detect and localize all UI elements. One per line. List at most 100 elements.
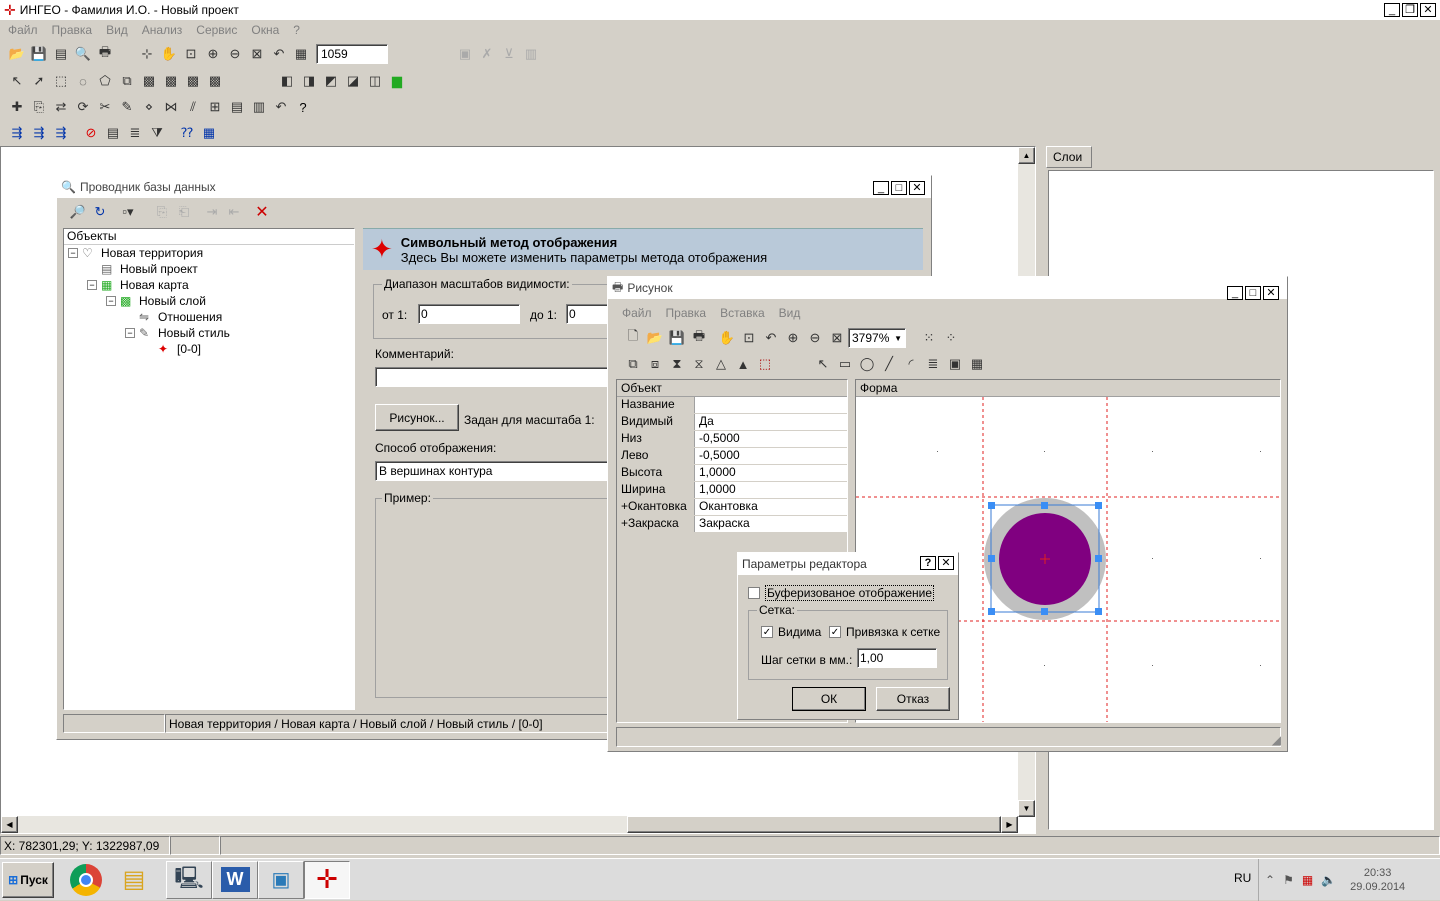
pic-zoom-out-icon[interactable]: ⊖ <box>804 327 826 349</box>
grid-c-icon[interactable]: ▩ <box>182 70 204 92</box>
chevron-down-icon[interactable]: ▼ <box>891 334 905 343</box>
image-icon[interactable]: ▣ <box>944 353 966 375</box>
explorer-close-icon[interactable]: ✕ <box>909 181 925 195</box>
save-doc-icon[interactable]: 💾 <box>666 327 688 349</box>
property-row[interactable]: Лево -0,5000 <box>617 448 847 465</box>
tree-collapse-icon[interactable]: − <box>87 280 97 290</box>
layer-c-icon[interactable]: ◩ <box>320 70 342 92</box>
obj-cut-icon[interactable]: ✂ <box>94 96 116 118</box>
menu-windows[interactable]: Окна <box>251 23 279 37</box>
tool-a-icon[interactable]: ▣ <box>454 43 476 65</box>
restore-icon[interactable]: ❐ <box>1402 3 1418 17</box>
taskbar-explorer-icon[interactable]: ▤ <box>116 862 152 898</box>
db-icon[interactable]: ▤ <box>102 122 124 144</box>
buffered-checkbox[interactable]: Буферизованое отображение <box>748 585 935 601</box>
obj-add-icon[interactable]: ✚ <box>6 96 28 118</box>
picture-button[interactable]: Рисунок... <box>375 404 459 431</box>
pic-zoom-fit-icon[interactable]: ⊠ <box>826 327 848 349</box>
scroll-left-icon[interactable]: ◀ <box>1 816 18 833</box>
obj-table-icon[interactable]: ▤ <box>226 96 248 118</box>
zoom-in-icon[interactable]: ⊕ <box>202 43 224 65</box>
dialog-close-icon[interactable]: ✕ <box>938 556 954 570</box>
pan-hand-icon[interactable]: ✋ <box>158 43 180 65</box>
select-frame-icon[interactable]: ⊹ <box>136 43 158 65</box>
obj-rotate-icon[interactable]: ⟳ <box>72 96 94 118</box>
scale-icon[interactable]: ▦ <box>290 43 312 65</box>
property-row[interactable]: Название <box>617 397 847 414</box>
dialog-help-icon[interactable]: ? <box>920 556 936 570</box>
obj-move-icon[interactable]: ⇄ <box>50 96 72 118</box>
zoom-extent-icon[interactable]: ⊠ <box>246 43 268 65</box>
grid-visible-check[interactable]: ✓ <box>761 626 773 638</box>
close-icon[interactable]: ✕ <box>1420 3 1436 17</box>
tree-item[interactable]: ✦ [0-0] <box>64 341 354 357</box>
line-icon[interactable]: ╱ <box>878 353 900 375</box>
explorer-maximize-icon[interactable]: □ <box>891 181 907 195</box>
ok-button[interactable]: ОК <box>792 687 866 711</box>
clock[interactable]: 20:33 29.09.2014 <box>1350 866 1405 894</box>
grid-snap-check[interactable]: ✓ <box>829 626 841 638</box>
layer-a-icon[interactable]: ◧ <box>276 70 298 92</box>
layer-color-icon[interactable]: ▆ <box>386 70 408 92</box>
help-cursor-icon[interactable]: ? <box>292 96 314 118</box>
layer-b-icon[interactable]: ◨ <box>298 70 320 92</box>
text-icon[interactable]: ≣ <box>922 353 944 375</box>
new-doc-icon[interactable]: 🗋 <box>622 327 644 349</box>
tray-expand-icon[interactable]: ⌃ <box>1265 873 1275 887</box>
grid-visible-checkbox[interactable]: ✓ Видима <box>761 625 821 639</box>
method-select[interactable]: В вершинах контура <box>375 461 615 481</box>
obj-split-icon[interactable]: ⫽ <box>182 96 204 118</box>
property-value[interactable]: Окантовка <box>695 499 847 515</box>
tray-flag-icon[interactable]: ⚑ <box>1283 873 1294 887</box>
query-icon[interactable]: ⁇ <box>176 122 198 144</box>
layers-tab[interactable]: Слои <box>1046 146 1092 168</box>
route-b-icon[interactable]: ⇶ <box>28 122 50 144</box>
resize-grip-icon[interactable]: ◢ <box>1272 733 1281 747</box>
start-button[interactable]: ⊞ Пуск <box>2 861 54 898</box>
taskbar-picture-icon[interactable]: ▣ <box>258 860 304 899</box>
tray-volume-icon[interactable]: 🔈 <box>1321 873 1336 887</box>
scroll-down-icon[interactable]: ▼ <box>1018 800 1035 817</box>
picture-menu-insert[interactable]: Вставка <box>720 306 765 320</box>
obj-props-icon[interactable]: ▥ <box>248 96 270 118</box>
obj-join-icon[interactable]: ⋈ <box>160 96 182 118</box>
explorer-minimize-icon[interactable]: _ <box>873 181 889 195</box>
flip-h-icon[interactable]: ⧗ <box>666 353 688 375</box>
edit-arrow-icon[interactable]: ➚ <box>28 70 50 92</box>
taskbar-word-icon[interactable]: W <box>212 860 258 899</box>
tree-collapse-icon[interactable]: − <box>106 296 116 306</box>
tool-c-icon[interactable]: ⊻ <box>498 43 520 65</box>
tray-network-icon[interactable]: ▦ <box>1302 873 1313 887</box>
pic-zoom-prev-icon[interactable]: ↶ <box>760 327 782 349</box>
comment-input[interactable] <box>375 367 615 387</box>
rect-icon[interactable]: ▭ <box>834 353 856 375</box>
route-c-icon[interactable]: ⇶ <box>50 122 72 144</box>
grid-b-icon[interactable]: ▩ <box>160 70 182 92</box>
search-icon[interactable]: 🔍 <box>72 43 94 65</box>
scroll-thumb[interactable] <box>627 816 1001 833</box>
menu-file[interactable]: Файл <box>8 23 38 37</box>
rotate-r-icon[interactable]: ▲ <box>732 353 754 375</box>
taskbar-ingeo-icon[interactable]: ✛ <box>304 860 350 899</box>
tool-b-icon[interactable]: ✗ <box>476 43 498 65</box>
menu-edit[interactable]: Правка <box>52 23 93 37</box>
scroll-up-icon[interactable]: ▲ <box>1018 147 1035 164</box>
buffered-check[interactable] <box>748 587 760 599</box>
tree-collapse-icon[interactable]: − <box>68 248 78 258</box>
grid-d-icon[interactable]: ▩ <box>204 70 226 92</box>
grid-snap-checkbox[interactable]: ✓ Привязка к сетке <box>829 625 940 639</box>
property-value[interactable]: Закраска <box>695 516 847 532</box>
property-row[interactable]: +Окантовка Окантовка <box>617 499 847 516</box>
db-search-icon[interactable]: 🔎 <box>67 201 89 223</box>
paste-item-icon[interactable]: ⎗ <box>173 201 195 223</box>
undo-icon[interactable]: ↶ <box>270 96 292 118</box>
picture-menu-edit[interactable]: Правка <box>666 306 707 320</box>
filter-icon[interactable]: ⧩ <box>146 122 168 144</box>
tree-item[interactable]: − ▩ Новый слой <box>64 293 354 309</box>
property-value[interactable]: 1,0000 <box>695 482 847 498</box>
crop-icon[interactable]: ⬚ <box>754 353 776 375</box>
obj-edit-icon[interactable]: ✎ <box>116 96 138 118</box>
obj-node-icon[interactable]: ⋄ <box>138 96 160 118</box>
open-project-icon[interactable]: 📂 <box>6 43 28 65</box>
new-item-icon[interactable]: ▫▾ <box>117 201 139 223</box>
